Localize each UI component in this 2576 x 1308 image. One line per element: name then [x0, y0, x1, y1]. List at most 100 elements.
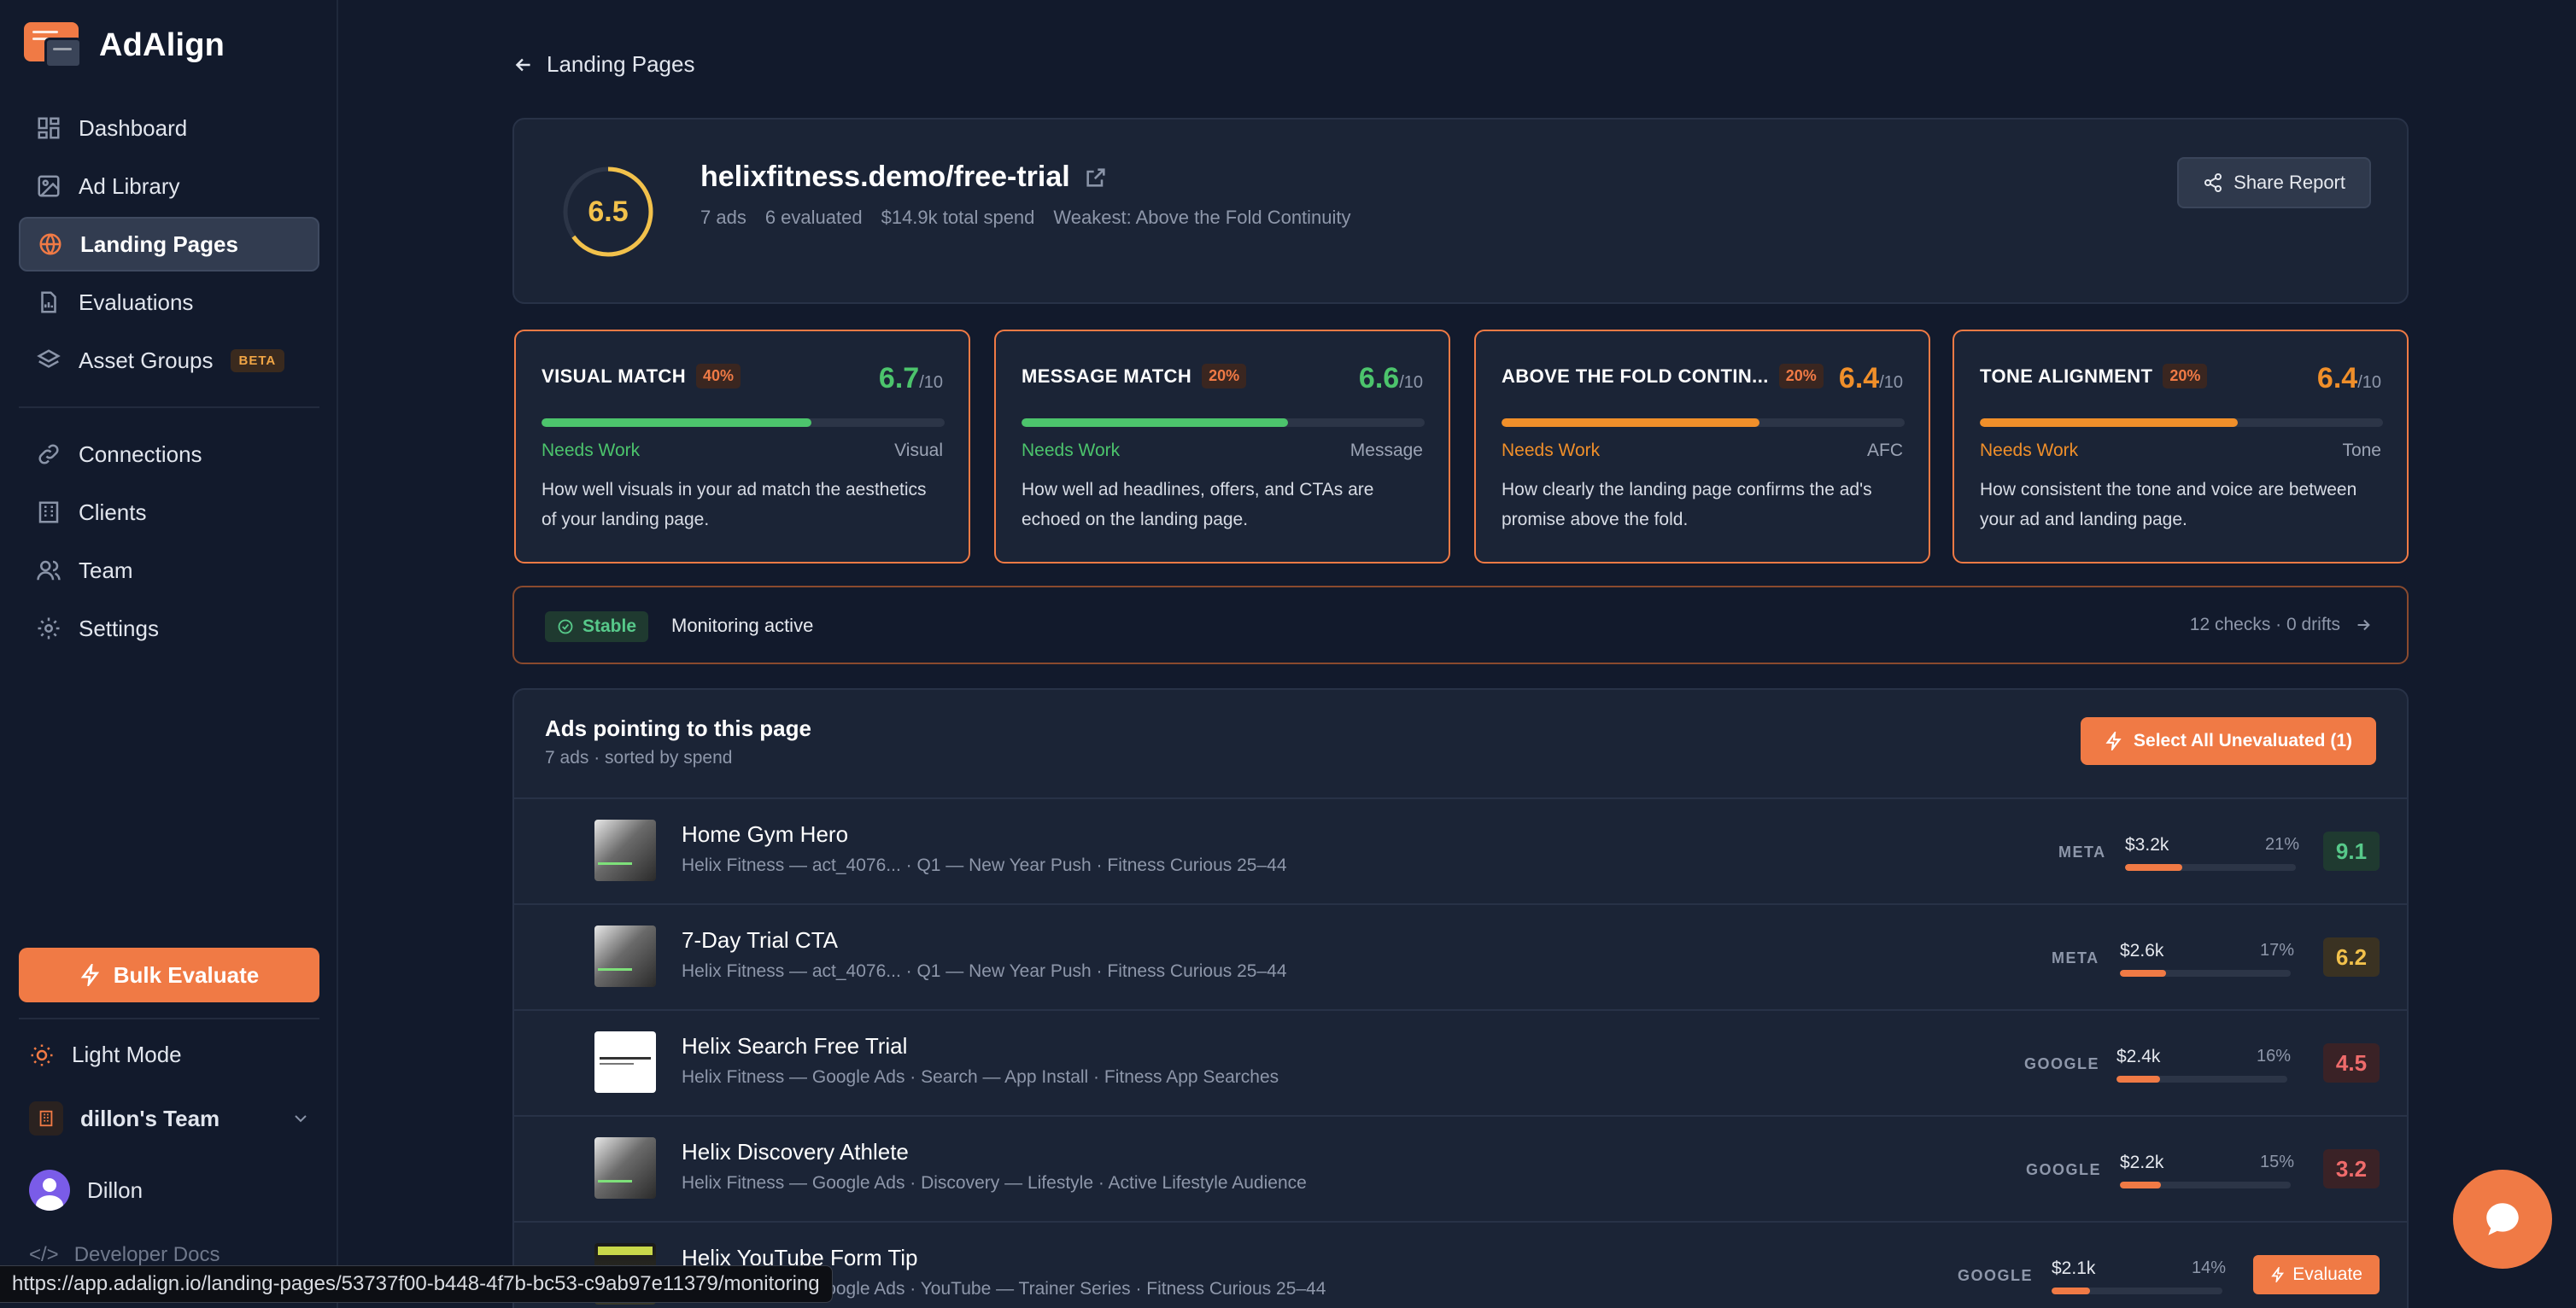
select-all-unevaluated-button[interactable]: Select All Unevaluated (1) [2081, 717, 2376, 765]
monitoring-text: Monitoring active [671, 615, 814, 636]
metric-weight: 20% [2163, 364, 2208, 388]
back-to-landing-pages[interactable]: Landing Pages [512, 51, 694, 78]
ad-spend: $3.2k [2125, 835, 2169, 855]
metric-tag: AFC [1867, 441, 1903, 460]
brand[interactable]: AdAlign [24, 22, 225, 68]
sidebar-item-settings[interactable]: Settings [19, 601, 319, 656]
ad-spend-share: 21% [2265, 835, 2300, 854]
breadcrumb-label: Landing Pages [547, 51, 695, 77]
ad-platform: META [2052, 949, 2099, 966]
ad-name: Helix Search Free Trial [682, 1033, 908, 1059]
sidebar-item-label: Dashboard [79, 114, 188, 141]
metric-status: Needs Work [542, 441, 641, 460]
ad-score-badge: 9.1 [2323, 832, 2380, 871]
developer-docs-link[interactable]: </> Developer Docs [29, 1243, 220, 1267]
image-icon [36, 173, 61, 199]
chat-support-button[interactable] [2453, 1170, 2552, 1269]
ad-row[interactable]: Helix Discovery Athlete Helix Fitness — … [514, 1115, 2407, 1221]
metric-description: How consistent the tone and voice are be… [1980, 480, 2357, 529]
ad-thumbnail [594, 926, 656, 987]
metric-tag: Message [1349, 441, 1423, 460]
weakest-dimension: Weakest: Above the Fold Continuity [1053, 207, 1351, 228]
globe-icon [38, 231, 63, 257]
ad-thumbnail [594, 1031, 656, 1093]
bulk-evaluate-button[interactable]: Bulk Evaluate [19, 948, 319, 1002]
light-mode-toggle[interactable]: Light Mode [29, 1042, 182, 1068]
evaluate-button[interactable]: Evaluate [2253, 1255, 2380, 1294]
sidebar-item-landing-pages[interactable]: Landing Pages [19, 217, 319, 272]
ad-row[interactable]: 7-Day Trial CTA Helix Fitness — act_4076… [514, 903, 2407, 1009]
external-link-icon[interactable] [1084, 166, 1108, 190]
ad-platform: META [2058, 844, 2106, 861]
clipboard-icon [36, 289, 61, 315]
ad-row[interactable]: Home Gym Hero Helix Fitness — act_4076..… [514, 797, 2407, 903]
metric-tag: Tone [2342, 441, 2381, 460]
sidebar-item-dashboard[interactable]: Dashboard [19, 101, 319, 155]
ad-thumbnail [594, 1137, 656, 1199]
metric-description: How clearly the landing page confirms th… [1502, 480, 1872, 529]
metric-progress-bar [1502, 418, 1905, 427]
sidebar-item-clients[interactable]: Clients [19, 485, 319, 540]
beta-badge: BETA [230, 348, 285, 372]
ads-section-subtitle: 7 ads · sorted by spend [545, 748, 733, 768]
lightning-icon [2105, 732, 2122, 750]
sun-icon [31, 1044, 53, 1066]
metric-card-message-match[interactable]: MESSAGE MATCH 20% 6.6/10 Needs Work Messa… [994, 330, 1450, 563]
metric-score: 6.4/10 [2316, 362, 2381, 394]
sidebar-item-label: Team [79, 557, 133, 583]
share-icon [2204, 173, 2222, 192]
ad-spend-bar [2120, 1182, 2291, 1188]
gear-icon [36, 616, 61, 641]
ad-spend-bar [2125, 864, 2296, 871]
sidebar-item-ad-library[interactable]: Ad Library [19, 159, 319, 213]
sidebar-item-connections[interactable]: Connections [19, 427, 319, 482]
sidebar-item-team[interactable]: Team [19, 543, 319, 598]
sidebar-item-label: Landing Pages [80, 231, 238, 257]
sidebar-item-label: Connections [79, 441, 202, 467]
team-name: dillon's Team [80, 1105, 220, 1131]
ads-section-title: Ads pointing to this page [545, 715, 811, 741]
lightning-icon [2271, 1267, 2285, 1282]
monitoring-status-bar[interactable]: Stable Monitoring active 12 checks · 0 d… [512, 586, 2409, 664]
metric-card-visual-match[interactable]: VISUAL MATCH 40% 6.7/10 Needs Work Visual… [514, 330, 970, 563]
sidebar-item-label: Clients [79, 499, 147, 525]
lightning-icon [80, 964, 99, 986]
user-profile[interactable]: Dillon [29, 1170, 143, 1211]
ad-spend-share: 16% [2257, 1047, 2292, 1066]
building-icon [36, 499, 61, 525]
ad-details: Helix Fitness — Google Ads · Discovery —… [682, 1173, 1307, 1193]
ad-platform: GOOGLE [1958, 1267, 2034, 1284]
ad-score-badge: 4.5 [2323, 1043, 2380, 1083]
chat-icon [2486, 1203, 2519, 1235]
sidebar-item-evaluations[interactable]: Evaluations [19, 275, 319, 330]
grid-icon [36, 115, 61, 141]
monitoring-summary: 12 checks · 0 drifts [2190, 615, 2373, 635]
metric-progress-bar [542, 418, 945, 427]
check-circle-icon [558, 619, 573, 634]
overall-score: 6.5 [588, 195, 629, 228]
ad-details: Helix Fitness — act_4076... · Q1 — New Y… [682, 961, 1287, 981]
share-report-button[interactable]: Share Report [2177, 157, 2371, 208]
nav-divider [19, 1018, 319, 1019]
ad-spend: $2.4k [2116, 1047, 2161, 1066]
ad-spend: $2.2k [2120, 1153, 2164, 1172]
metric-weight: 20% [1202, 364, 1247, 388]
metric-card-tone-alignment[interactable]: TONE ALIGNMENT 20% 6.4/10 Needs Work Tone… [1952, 330, 2409, 563]
metric-description: How well visuals in your ad match the ae… [542, 480, 927, 529]
ad-spend: $2.1k [2052, 1258, 2096, 1278]
ads-list-panel: Ads pointing to this page 7 ads · sorted… [512, 688, 2409, 1308]
developer-docs-label: Developer Docs [73, 1243, 220, 1266]
ad-details: Helix Fitness — Google Ads · Search — Ap… [682, 1067, 1279, 1087]
ad-score-badge: 3.2 [2323, 1149, 2380, 1188]
share-report-label: Share Report [2234, 172, 2345, 193]
sidebar-item-asset-groups[interactable]: Asset Groups BETA [19, 333, 319, 388]
layers-icon [36, 347, 61, 373]
metric-card-above-the-fold[interactable]: ABOVE THE FOLD CONTIN... 20% 6.4/10 Needs… [1474, 330, 1930, 563]
secondary-nav: Connections Clients Team Settings [19, 427, 319, 659]
ad-spend-bar [2120, 970, 2291, 977]
team-switcher[interactable]: dillon's Team [29, 1101, 311, 1136]
ad-platform: GOOGLE [2026, 1161, 2102, 1178]
sidebar-item-label: Asset Groups [79, 347, 214, 373]
ad-row[interactable]: Helix Search Free Trial Helix Fitness — … [514, 1009, 2407, 1115]
metric-status: Needs Work [1502, 441, 1601, 460]
